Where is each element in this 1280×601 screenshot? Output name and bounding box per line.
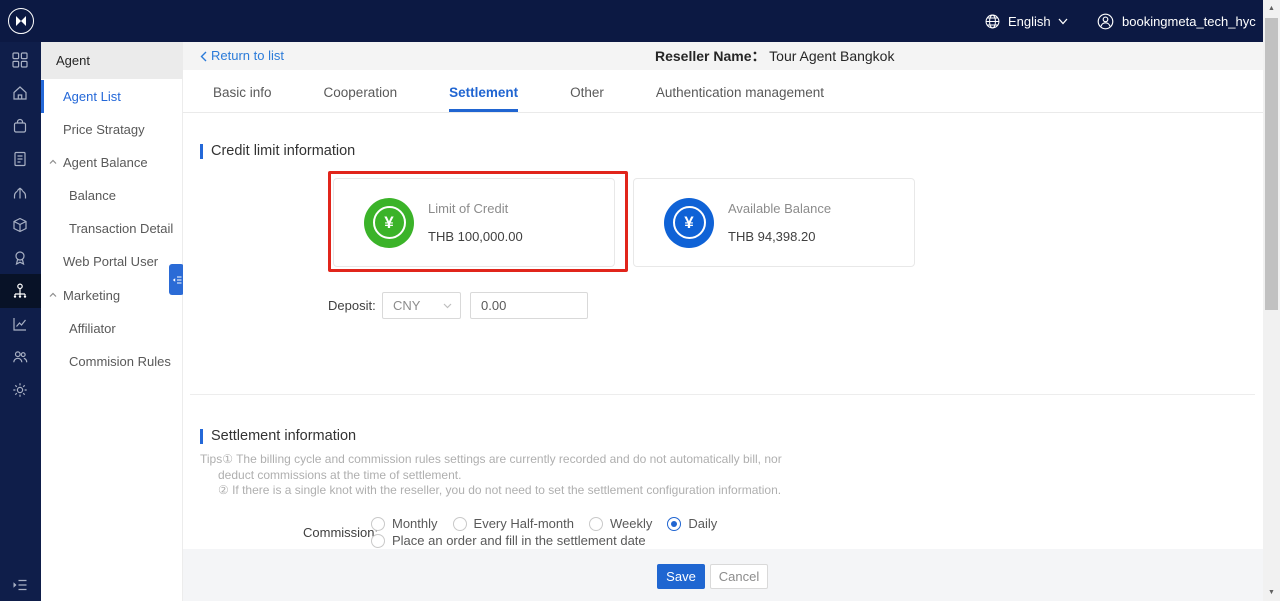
card-value: THB 100,000.00 <box>428 229 523 244</box>
orders-bag-icon[interactable] <box>11 117 29 135</box>
card-label: Limit of Credit <box>428 201 523 216</box>
dashboard-icon[interactable] <box>11 51 29 69</box>
currency-yuan-icon: ¥ <box>364 198 414 248</box>
detail-tabs: Basic info Cooperation Settlement Other … <box>213 85 824 112</box>
credit-section-title: Credit limit information <box>200 143 355 159</box>
radio-circle-icon <box>371 517 385 531</box>
radio-circle-icon <box>453 517 467 531</box>
section-accent-bar <box>200 144 203 159</box>
radio-circle-selected-icon <box>667 517 681 531</box>
distribution-icon[interactable] <box>11 183 29 201</box>
currency-yuan-icon: ¥ <box>664 198 714 248</box>
users-icon[interactable] <box>11 348 29 366</box>
agents-org-icon[interactable] <box>11 282 29 300</box>
deposit-currency-select[interactable]: CNY <box>382 292 461 319</box>
products-package-icon[interactable] <box>11 216 29 234</box>
chevron-left-icon <box>200 51 207 62</box>
radio-weekly[interactable]: Weekly <box>589 516 652 531</box>
cancel-button[interactable]: Cancel <box>710 564 768 589</box>
chevron-up-icon <box>49 292 57 298</box>
username-label: bookingmeta_tech_hyc <box>1122 14 1256 29</box>
deposit-amount-input[interactable] <box>470 292 588 319</box>
footer-action-bar: Save Cancel <box>183 549 1263 601</box>
tab-cooperation[interactable]: Cooperation <box>324 85 398 112</box>
globe-icon <box>984 13 1001 30</box>
settings-gear-icon[interactable] <box>11 381 29 399</box>
card-value: THB 94,398.20 <box>728 229 831 244</box>
sidebar-item-transaction-detail[interactable]: Transaction Detail <box>41 212 183 245</box>
settlement-section-title: Settlement information <box>200 428 356 444</box>
scroll-up-arrow-icon[interactable]: ▲ <box>1263 0 1280 17</box>
sidebar-item-balance[interactable]: Balance <box>41 179 183 212</box>
settlement-tips: Tips① The billing cycle and commission r… <box>200 452 782 499</box>
sidebar-item-marketing[interactable]: Marketing <box>41 279 183 312</box>
reseller-name: Reseller Name： Tour Agent Bangkok <box>655 42 894 70</box>
reseller-name-value: Tour Agent Bangkok <box>769 48 894 64</box>
main-content: Return to list Reseller Name： Tour Agent… <box>183 42 1263 601</box>
sidebar-item-price-stratagy[interactable]: Price Stratagy <box>41 113 183 146</box>
tab-settlement[interactable]: Settlement <box>449 85 518 112</box>
sidebar: Agent Agent List Price Stratagy Agent Ba… <box>41 42 183 601</box>
radio-daily[interactable]: Daily <box>667 516 717 531</box>
sidebar-group-title: Agent <box>41 42 183 79</box>
home-icon[interactable] <box>11 84 29 102</box>
sidebar-item-agent-list[interactable]: Agent List <box>41 80 183 113</box>
card-label: Available Balance <box>728 201 831 216</box>
vertical-scrollbar[interactable]: ▲ ▼ <box>1263 0 1280 601</box>
language-label: English <box>1008 14 1051 29</box>
save-button[interactable]: Save <box>657 564 705 589</box>
section-accent-bar <box>200 429 203 444</box>
sidebar-item-agent-balance[interactable]: Agent Balance <box>41 146 183 179</box>
commission-options: Monthly Every Half-month Weekly Daily Pl… <box>371 515 717 549</box>
tips-line: deduct commissions at the time of settle… <box>200 468 782 484</box>
tab-basic-info[interactable]: Basic info <box>213 85 272 112</box>
scrollbar-thumb[interactable] <box>1265 18 1278 310</box>
return-to-list-link[interactable]: Return to list <box>200 42 284 70</box>
radio-monthly[interactable]: Monthly <box>371 516 438 531</box>
sidebar-collapse-toggle[interactable] <box>169 264 184 295</box>
language-selector[interactable]: English <box>984 0 1068 42</box>
radio-circle-icon <box>371 534 385 548</box>
chevron-up-icon <box>49 159 57 165</box>
scroll-down-arrow-icon[interactable]: ▼ <box>1263 584 1280 601</box>
radio-every-half-month[interactable]: Every Half-month <box>453 516 574 531</box>
report-document-icon[interactable] <box>11 150 29 168</box>
sidebar-item-web-portal-user[interactable]: Web Portal User <box>41 245 183 278</box>
analytics-chart-icon[interactable] <box>11 315 29 333</box>
commission-label: Commission: <box>303 525 378 540</box>
page-header-bar: Return to list Reseller Name： Tour Agent… <box>183 42 1263 70</box>
radio-circle-icon <box>589 517 603 531</box>
chevron-down-icon <box>443 303 452 309</box>
reseller-name-label: Reseller Name： <box>655 48 766 64</box>
section-divider <box>190 394 1255 395</box>
tips-line: ② If there is a single knot with the res… <box>200 483 782 499</box>
limit-of-credit-card: ¥ Limit of Credit THB 100,000.00 <box>333 178 615 267</box>
user-menu[interactable]: bookingmeta_tech_hyc <box>1096 0 1273 42</box>
tab-authentication-management[interactable]: Authentication management <box>656 85 824 112</box>
brand-logo-icon[interactable] <box>8 8 34 34</box>
radio-place-order-settlement-date[interactable]: Place an order and fill in the settlemen… <box>371 533 646 548</box>
chevron-down-icon <box>1058 18 1068 25</box>
tips-line: Tips① The billing cycle and commission r… <box>200 452 782 468</box>
collapse-arrow-icon <box>172 275 182 285</box>
tabs-divider <box>183 112 1263 113</box>
available-balance-card: ¥ Available Balance THB 94,398.20 <box>633 178 915 267</box>
user-avatar-icon <box>1096 12 1115 31</box>
icon-rail <box>0 42 41 601</box>
deposit-label: Deposit: <box>328 298 375 313</box>
deposit-row: Deposit: CNY <box>328 292 588 319</box>
rewards-medal-icon[interactable] <box>11 249 29 267</box>
top-navbar: English bookingmeta_tech_hyc <box>0 0 1263 42</box>
collapse-menu-icon[interactable] <box>11 576 29 594</box>
sidebar-item-commision-rules[interactable]: Commision Rules <box>41 345 183 378</box>
tab-other[interactable]: Other <box>570 85 604 112</box>
sidebar-item-affiliator[interactable]: Affiliator <box>41 312 183 345</box>
